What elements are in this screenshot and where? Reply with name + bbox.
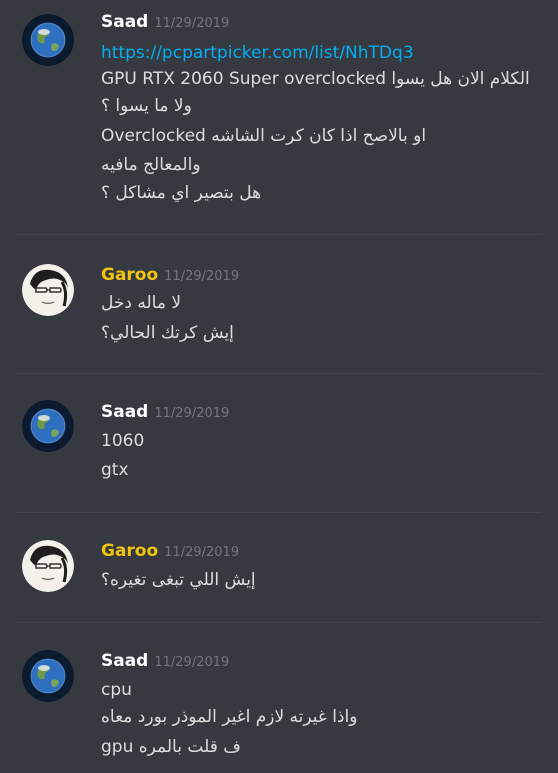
- username[interactable]: Saad: [101, 402, 148, 422]
- timestamp: 11/29/2019: [164, 269, 240, 284]
- earth-globe-icon[interactable]: [22, 650, 74, 702]
- message-text: لا ماله دخل: [101, 293, 182, 313]
- message-text: إيش كرتك الحالي؟: [101, 323, 234, 343]
- chat-messages: Saad 11/29/2019 https://pcpartpicker.com/…: [0, 0, 558, 773]
- timestamp: 11/29/2019: [154, 655, 230, 670]
- message-header: Garoo 11/29/2019: [101, 265, 239, 289]
- timestamp: 11/29/2019: [154, 406, 230, 421]
- message-header: Garoo 11/29/2019: [101, 541, 239, 565]
- earth-globe-icon[interactable]: [22, 14, 74, 66]
- message-text: https://pcpartpicker.com/list/NhTDq3: [101, 40, 414, 66]
- username[interactable]: Garoo: [101, 541, 158, 561]
- message-text: gtx: [101, 460, 129, 480]
- earth-globe-icon[interactable]: [22, 400, 74, 452]
- message-divider: [16, 512, 542, 513]
- message-text: إيش اللي تبغى تغيره؟: [101, 570, 256, 590]
- message-text: ولا ما يسوا ؟: [101, 96, 192, 116]
- message-text: او بالاصح اذا كان كرت الشاشه Overclocked: [101, 126, 427, 146]
- message-header: Saad 11/29/2019: [101, 402, 229, 426]
- message-text: cpu: [101, 680, 132, 700]
- message-text: واذا غيرته لازم اغير الموذر بورد معاه: [101, 707, 358, 727]
- message-divider: [16, 622, 542, 623]
- message-divider: [16, 234, 542, 235]
- username[interactable]: Saad: [101, 12, 148, 32]
- message-divider: [16, 373, 542, 374]
- anime-character-avatar-icon[interactable]: [22, 540, 74, 592]
- message-text: والمعالج مافيه: [101, 155, 201, 175]
- username[interactable]: Saad: [101, 651, 148, 671]
- message-header: Saad 11/29/2019: [101, 651, 229, 675]
- message-header: Saad 11/29/2019: [101, 12, 229, 36]
- timestamp: 11/29/2019: [154, 16, 230, 31]
- message-link[interactable]: https://pcpartpicker.com/list/NhTDq3: [101, 43, 414, 63]
- message-text: الكلام الان هل يسوا GPU RTX 2060 Super o…: [101, 69, 530, 89]
- username[interactable]: Garoo: [101, 265, 158, 285]
- anime-character-avatar-icon[interactable]: [22, 264, 74, 316]
- message-text: 1060: [101, 431, 145, 451]
- timestamp: 11/29/2019: [164, 545, 240, 560]
- message-text: هل بتصير اي مشاكل ؟: [101, 183, 262, 203]
- message-text: ف قلت بالمره gpu: [101, 737, 241, 757]
